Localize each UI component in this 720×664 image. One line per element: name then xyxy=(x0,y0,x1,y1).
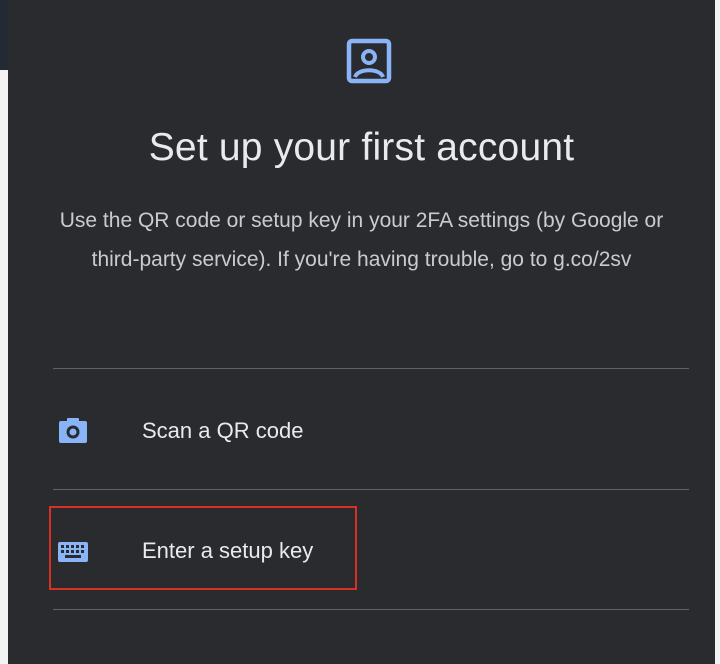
left-edge-notch xyxy=(0,0,8,70)
setup-panel: Set up your first account Use the QR cod… xyxy=(8,0,715,664)
scan-qr-code-label: Scan a QR code xyxy=(142,418,304,443)
account-portrait-icon xyxy=(345,37,393,85)
page-description: Use the QR code or setup key in your 2FA… xyxy=(59,209,664,271)
left-edge xyxy=(0,0,8,664)
divider-middle xyxy=(53,489,689,490)
highlight-box xyxy=(49,506,357,590)
scan-qr-code-option[interactable]: Scan a QR code xyxy=(53,380,689,480)
page-title: Set up your first account xyxy=(148,126,575,169)
camera-icon xyxy=(56,414,90,448)
divider-top xyxy=(53,368,689,369)
right-edge xyxy=(715,0,720,664)
divider-bottom xyxy=(53,609,689,610)
